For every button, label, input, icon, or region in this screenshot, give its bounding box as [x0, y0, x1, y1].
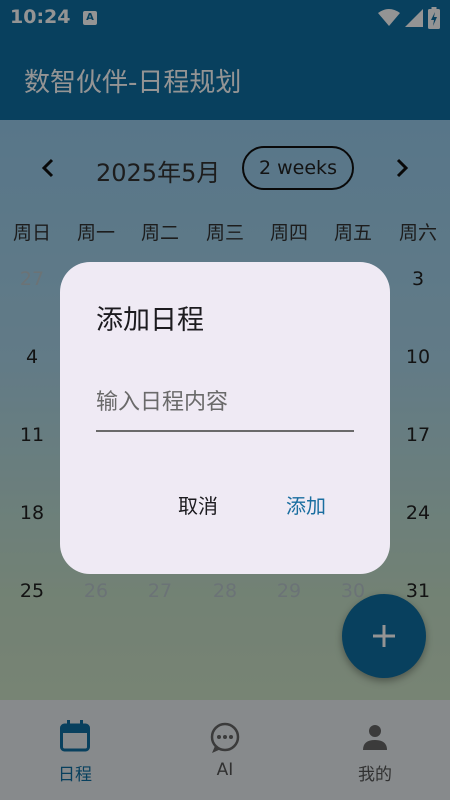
- cancel-button[interactable]: 取消: [160, 484, 236, 524]
- add-button[interactable]: 添加: [268, 484, 344, 524]
- dialog-title: 添加日程: [96, 305, 204, 336]
- schedule-content-input[interactable]: [96, 374, 354, 432]
- add-schedule-dialog: 添加日程 取消 添加: [60, 262, 390, 574]
